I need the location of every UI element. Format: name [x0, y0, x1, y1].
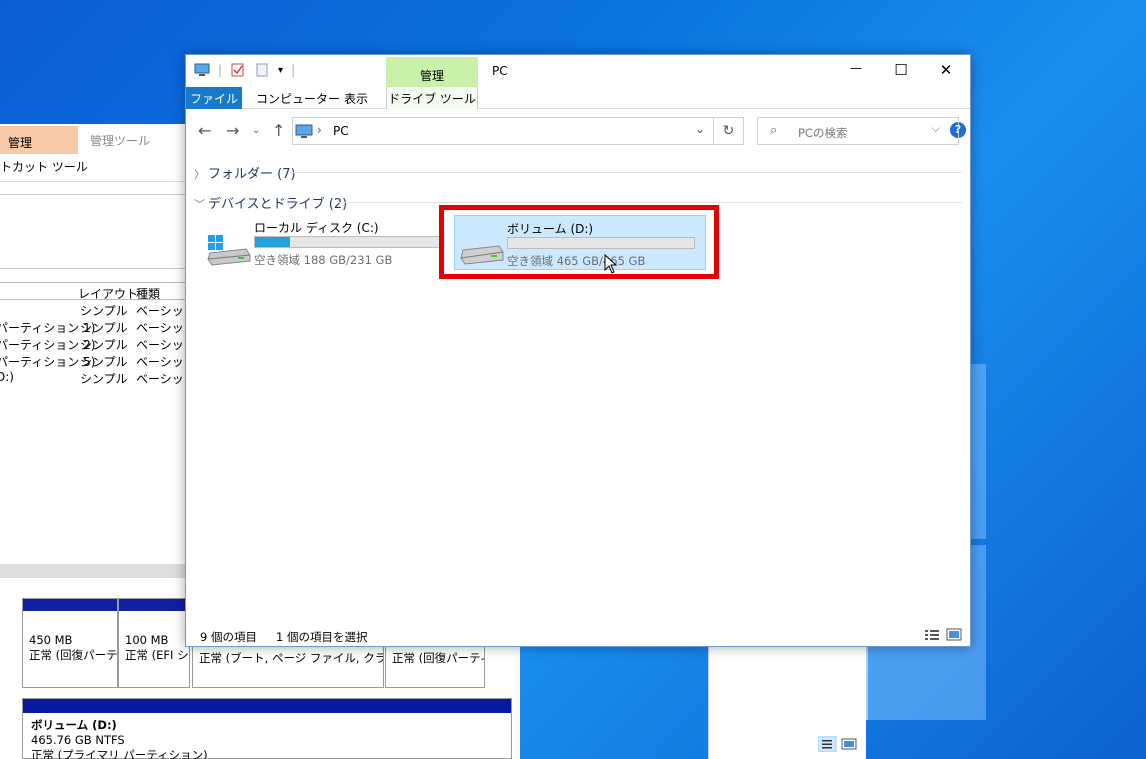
qat-separator: |: [218, 63, 223, 77]
quick-access-toolbar: | ▾ |: [194, 63, 295, 77]
maximize-button[interactable]: ☐: [891, 61, 911, 79]
volume-bar: [23, 699, 511, 713]
partition-bar: [119, 599, 189, 611]
view-toggle: [924, 628, 962, 642]
window-title: PC: [492, 64, 508, 78]
drive-free-space: 空き領域 188 GB/231 GB: [254, 253, 393, 267]
ribbon-tabs: ファイル コンピューター 表示 ドライブ ツール ⌵ ?: [186, 87, 970, 138]
up-arrow-icon[interactable]: ↑: [272, 121, 285, 140]
col-layout[interactable]: レイアウト: [78, 285, 138, 302]
bg2-view-icons: [817, 735, 858, 755]
qat-separator: |: [291, 63, 296, 77]
item-count: 9 個の項目: [200, 630, 257, 644]
qat-dropdown-icon[interactable]: ▾: [278, 65, 283, 76]
col-type[interactable]: 種類: [136, 285, 160, 302]
drive-usage-fill: [255, 237, 291, 247]
details-view-icon[interactable]: [817, 735, 858, 753]
drive-name: ローカル ディスク (C:): [254, 221, 379, 235]
recent-dropdown-icon[interactable]: ⌄: [252, 125, 260, 136]
tab-file[interactable]: ファイル: [186, 87, 242, 109]
table-row[interactable]: パーティション 1) シンプル ベーシック: [0, 319, 196, 336]
large-icons-view-icon[interactable]: [946, 628, 962, 642]
partition-block[interactable]: 正常 (回復パーティ: [385, 646, 485, 688]
table-row[interactable]: シンプル ベーシック: [0, 302, 196, 319]
close-button[interactable]: ✕: [936, 61, 956, 79]
partition-block[interactable]: 正常 (ブート, ページ ファイル, クラッシュ: [192, 646, 384, 688]
volume-d-block[interactable]: ボリューム (D:) 465.76 GB NTFS 正常 (プライマリ パーティ…: [22, 698, 512, 759]
search-input[interactable]: PCの検索: [798, 125, 847, 141]
minimize-button[interactable]: —: [846, 61, 866, 79]
drive-c[interactable]: ローカル ディスク (C:) 空き領域 188 GB/231 GB: [202, 215, 452, 271]
group-divider: [290, 172, 962, 173]
address-bar[interactable]: › PC ⌄: [292, 117, 714, 145]
partition-block[interactable]: 450 MB 正常 (回復パーテ: [22, 598, 118, 688]
address-dropdown-icon[interactable]: ⌄: [695, 122, 705, 136]
search-icon: ⌕: [770, 123, 778, 138]
navigation-bar: ← → ⌄ ↑ › PC ⌄ ↻ ⌕ PCの検索: [186, 117, 970, 147]
search-box[interactable]: ⌕ PCの検索: [757, 117, 959, 145]
partition-bar: [23, 599, 117, 611]
details-view-icon[interactable]: [924, 628, 940, 642]
title-bar[interactable]: | ▾ | 管理 PC — ☐ ✕: [186, 55, 970, 87]
bg-column-header: レイアウト 種類: [0, 282, 190, 302]
windows-drive-icon: [207, 235, 251, 266]
explorer-window[interactable]: | ▾ | 管理 PC — ☐ ✕ ファイル コンピューター 表示 ドライブ ツ…: [185, 54, 971, 647]
bg-splitter[interactable]: [0, 564, 190, 578]
breadcrumb-separator-icon[interactable]: ›: [317, 123, 322, 137]
chevron-down-icon: ﹀: [194, 198, 205, 211]
status-bar: 9 個の項目 1 個の項目を選択: [186, 625, 970, 647]
bg-toolbar-line: [0, 194, 190, 195]
highlight-box: [439, 205, 719, 279]
properties-icon[interactable]: [230, 63, 246, 77]
back-arrow-icon[interactable]: ←: [198, 121, 211, 140]
pc-icon[interactable]: [194, 63, 210, 77]
breadcrumb[interactable]: PC: [333, 124, 349, 138]
bg-toolbar-line-2: [0, 268, 190, 269]
table-row[interactable]: パーティション 2) シンプル ベーシック: [0, 336, 196, 353]
bg-ribbon-sub: トカット ツール: [0, 160, 88, 174]
refresh-button[interactable]: ↻: [714, 117, 744, 145]
tab-computer[interactable]: コンピューター: [256, 87, 340, 109]
table-row[interactable]: D:) シンプル ベーシック: [0, 370, 196, 387]
drive-usage-bar: [254, 236, 442, 248]
table-row[interactable]: パーティション 5) シンプル ベーシック: [0, 353, 196, 370]
forward-arrow-icon[interactable]: →: [226, 121, 239, 140]
chevron-right-icon: 〉: [194, 168, 205, 181]
pc-icon: [295, 124, 313, 138]
mouse-cursor-icon: [604, 254, 618, 274]
new-folder-icon[interactable]: [254, 63, 270, 77]
bg-tab-kanri[interactable]: 管理: [0, 126, 78, 154]
group-devices[interactable]: ﹀ デバイスとドライブ (2): [194, 193, 347, 212]
group-divider: [338, 202, 962, 203]
selected-count: 1 個の項目を選択: [276, 630, 368, 644]
group-folders[interactable]: 〉フォルダー (7): [194, 163, 296, 182]
refresh-icon: ↻: [722, 123, 735, 139]
bg-tab-manage-tools[interactable]: 管理ツール: [90, 132, 150, 149]
tab-view[interactable]: 表示: [344, 87, 368, 109]
tab-drive-tools[interactable]: ドライブ ツール: [386, 87, 478, 109]
context-tab-kanri[interactable]: 管理: [386, 57, 478, 87]
partition-block[interactable]: 100 MB 正常 (EFI シ: [118, 598, 190, 688]
bg-ribbon: 管理 管理ツール トカット ツール: [0, 124, 190, 182]
